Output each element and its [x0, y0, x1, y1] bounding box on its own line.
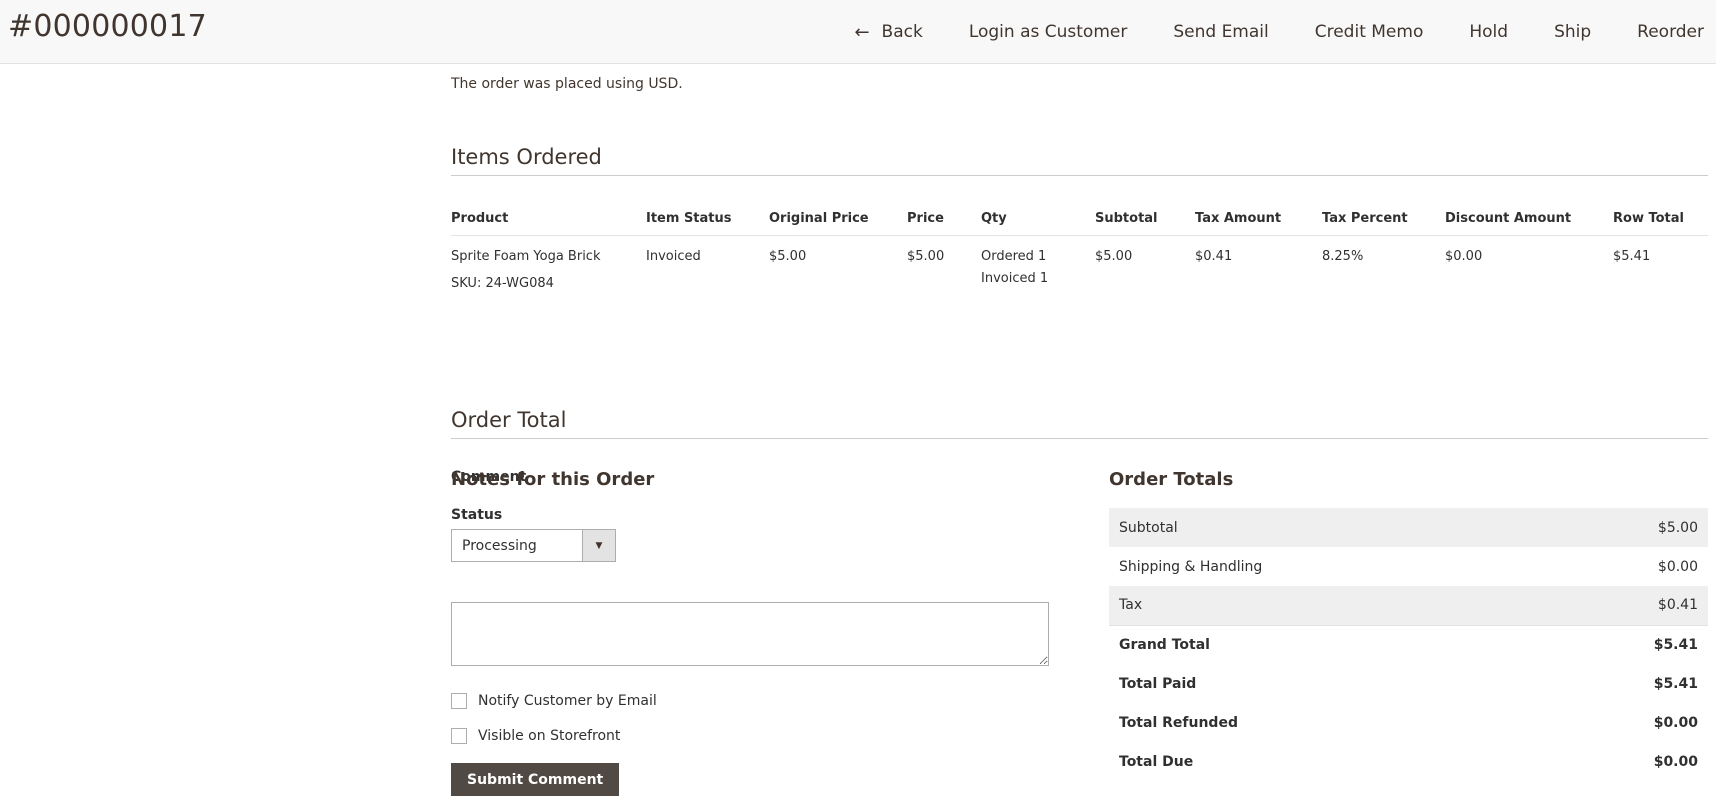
order-total-title: Order Total — [451, 408, 1708, 439]
totals-row-total-refunded: Total Refunded $0.00 — [1109, 703, 1708, 742]
page-header: #000000017 ← Back Login as Customer Send… — [0, 0, 1716, 64]
notes-title: Notes for this Order — [451, 469, 655, 490]
totals-row-grand-total: Grand Total $5.41 — [1109, 624, 1708, 664]
totals-value: $0.00 — [1653, 714, 1698, 731]
product-cell: Sprite Foam Yoga Brick SKU: 24-WG084 — [451, 236, 646, 306]
column-header: Price — [907, 202, 981, 236]
back-button-label: Back — [881, 22, 923, 42]
visible-storefront-label: Visible on Storefront — [478, 728, 621, 744]
row-total-cell: $5.41 — [1613, 249, 1651, 264]
table-header-row: Product Item Status Original Price Price… — [451, 202, 1708, 236]
product-name: Sprite Foam Yoga Brick — [451, 249, 601, 264]
notify-customer-checkbox-row[interactable]: Notify Customer by Email — [451, 693, 657, 709]
totals-label: Tax — [1109, 586, 1539, 625]
totals-label: Shipping & Handling — [1119, 558, 1263, 575]
totals-value: $0.00 — [1653, 753, 1698, 770]
totals-row-shipping: Shipping & Handling $0.00 — [1109, 547, 1708, 586]
totals-row-total-paid: Total Paid $5.41 — [1109, 664, 1708, 703]
column-header: Tax Percent — [1322, 202, 1445, 236]
column-header: Subtotal — [1095, 202, 1195, 236]
login-as-customer-button[interactable]: Login as Customer — [946, 22, 1151, 42]
tax-percent-cell: 8.25% — [1322, 249, 1364, 264]
qty-cell: Ordered 1 Invoiced 1 — [981, 236, 1095, 306]
product-sku: SKU: 24-WG084 — [451, 276, 554, 291]
qty-invoiced: Invoiced 1 — [981, 271, 1049, 286]
action-toolbar: ← Back Login as Customer Send Email Cred… — [831, 0, 1716, 64]
page-title: #000000017 — [8, 9, 207, 44]
totals-value: $5.41 — [1653, 675, 1698, 692]
item-status-cell: Invoiced — [646, 249, 701, 264]
status-select-value: Processing — [462, 537, 537, 554]
order-totals-title: Order Totals — [1109, 469, 1234, 490]
visible-storefront-checkbox[interactable] — [451, 728, 467, 744]
totals-label: Total Due — [1119, 753, 1194, 770]
totals-value: $5.00 — [1538, 508, 1708, 547]
totals-value: $0.41 — [1538, 586, 1708, 625]
visible-storefront-checkbox-row[interactable]: Visible on Storefront — [451, 728, 620, 744]
notify-customer-checkbox[interactable] — [451, 693, 467, 709]
status-select[interactable]: Processing ▼ — [451, 529, 616, 562]
column-header: Row Total — [1613, 202, 1708, 236]
qty-ordered: Ordered 1 — [981, 249, 1047, 264]
column-header: Product — [451, 202, 646, 236]
totals-label: Subtotal — [1109, 508, 1539, 547]
subtotal-cell: $5.00 — [1095, 249, 1133, 264]
hold-button[interactable]: Hold — [1446, 22, 1531, 42]
original-price-cell: $5.00 — [769, 249, 807, 264]
totals-value: $0.00 — [1657, 558, 1698, 575]
discount-amount-cell: $0.00 — [1445, 249, 1483, 264]
items-ordered-title: Items Ordered — [451, 145, 1708, 176]
credit-memo-button[interactable]: Credit Memo — [1292, 22, 1447, 42]
totals-label: Grand Total — [1109, 624, 1539, 664]
column-header: Original Price — [769, 202, 907, 236]
reorder-button[interactable]: Reorder — [1614, 22, 1716, 42]
status-label: Status — [451, 507, 503, 523]
comment-textarea[interactable] — [451, 602, 1049, 666]
totals-row-total-due: Total Due $0.00 — [1109, 742, 1708, 781]
back-button[interactable]: ← Back — [831, 22, 945, 43]
submit-comment-button[interactable]: Submit Comment — [451, 763, 620, 796]
totals-label: Total Refunded — [1119, 714, 1238, 731]
order-notes-section: Notes for this Order Status Processing ▼… — [451, 469, 1051, 796]
totals-row-subtotal: Subtotal $5.00 — [1109, 508, 1708, 547]
column-header: Tax Amount — [1195, 202, 1322, 236]
order-totals-table: Subtotal $5.00 Shipping & Handling $0.00… — [1109, 508, 1708, 781]
column-header: Discount Amount — [1445, 202, 1613, 236]
notify-customer-label: Notify Customer by Email — [478, 693, 657, 709]
totals-label: Total Paid — [1119, 675, 1197, 692]
totals-row-tax: Tax $0.41 — [1109, 586, 1708, 625]
column-header: Qty — [981, 202, 1095, 236]
items-ordered-table: Product Item Status Original Price Price… — [451, 202, 1708, 305]
send-email-button[interactable]: Send Email — [1150, 22, 1291, 42]
table-row: Sprite Foam Yoga Brick SKU: 24-WG084 Inv… — [451, 236, 1708, 306]
currency-note: The order was placed using USD. — [451, 76, 683, 92]
caret-down-icon[interactable]: ▼ — [582, 530, 615, 561]
ship-button[interactable]: Ship — [1531, 22, 1614, 42]
arrow-left-icon: ← — [854, 21, 870, 43]
column-header: Item Status — [646, 202, 769, 236]
totals-value: $5.41 — [1538, 624, 1708, 664]
tax-amount-cell: $0.41 — [1195, 249, 1233, 264]
price-cell: $5.00 — [907, 249, 945, 264]
